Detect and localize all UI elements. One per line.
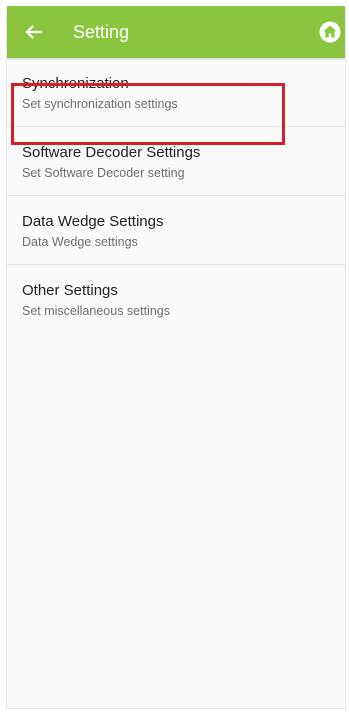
setting-title: Data Wedge Settings	[22, 213, 164, 230]
setting-title: Synchronization	[22, 75, 129, 92]
setting-item-other[interactable]: Other Settings Set miscellaneous setting…	[7, 265, 345, 334]
setting-subtitle: Data Wedge settings	[22, 235, 138, 249]
home-icon	[319, 21, 341, 43]
setting-item-synchronization[interactable]: Synchronization Set synchronization sett…	[7, 58, 345, 127]
phone-screen: Setting Synchronization Set synchronizat…	[6, 6, 346, 709]
setting-subtitle: Set synchronization settings	[22, 97, 178, 111]
setting-subtitle: Set miscellaneous settings	[22, 304, 170, 318]
settings-list: Synchronization Set synchronization sett…	[7, 58, 345, 334]
app-bar: Setting	[7, 6, 345, 58]
setting-title: Other Settings	[22, 282, 118, 299]
setting-subtitle: Set Software Decoder setting	[22, 166, 185, 180]
back-button[interactable]	[19, 19, 47, 45]
back-arrow-icon	[25, 25, 42, 39]
setting-item-data-wedge[interactable]: Data Wedge Settings Data Wedge settings	[7, 196, 345, 265]
setting-item-software-decoder[interactable]: Software Decoder Settings Set Software D…	[7, 127, 345, 196]
home-button[interactable]	[318, 20, 342, 44]
setting-title: Software Decoder Settings	[22, 144, 201, 161]
page-title: Setting	[73, 22, 130, 42]
